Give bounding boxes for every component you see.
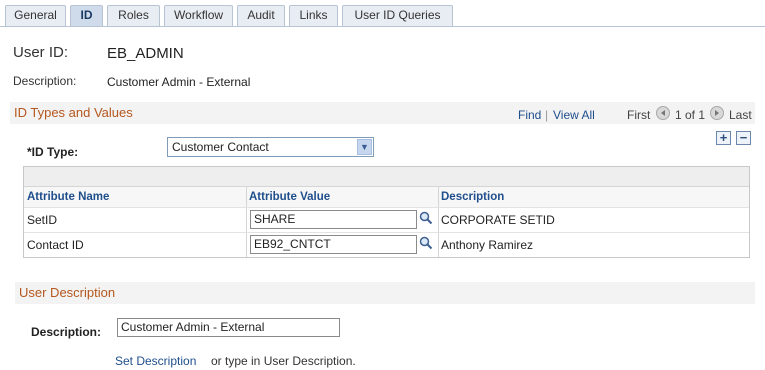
user-id-value: EB_ADMIN <box>107 45 184 62</box>
user-description-input[interactable]: Customer Admin - External <box>117 318 340 337</box>
grid-title-bar <box>24 167 749 187</box>
lookup-icon[interactable] <box>419 236 433 250</box>
pager-count: 1 of 1 <box>675 108 706 122</box>
attribute-value-input[interactable]: EB92_CNTCT <box>250 235 417 254</box>
nav-separator: | <box>545 108 549 122</box>
minus-icon: − <box>739 130 748 145</box>
tab-roles[interactable]: Roles <box>107 5 160 26</box>
lookup-icon[interactable] <box>419 211 433 225</box>
plus-icon: + <box>719 130 728 145</box>
first-label: First <box>627 108 651 122</box>
view-all-link[interactable]: View All <box>553 108 595 122</box>
tab-user-id-queries[interactable]: User ID Queries <box>342 5 453 26</box>
description-cell: CORPORATE SETID <box>441 213 555 227</box>
attribute-value-input[interactable]: SHARE <box>250 210 417 229</box>
user-description-section-title: User Description <box>19 285 116 300</box>
last-label: Last <box>729 108 752 122</box>
arrow-left-icon <box>661 110 665 116</box>
id-types-section-title: ID Types and Values <box>14 105 133 120</box>
tab-audit[interactable]: Audit <box>237 5 285 26</box>
description-cell: Anthony Ramirez <box>441 238 534 252</box>
id-type-select[interactable]: Customer Contact ▼ <box>167 137 374 157</box>
set-description-link[interactable]: Set Description <box>115 354 196 368</box>
attribute-value-text: SHARE <box>254 212 296 226</box>
attribute-value-text: EB92_CNTCT <box>254 237 331 251</box>
attribute-name-cell: Contact ID <box>27 238 84 252</box>
find-link[interactable]: Find <box>518 108 541 122</box>
attributes-grid: Attribute Name Attribute Value Descripti… <box>23 166 750 258</box>
description-label: Description: <box>13 74 77 88</box>
tab-links[interactable]: Links <box>289 5 338 26</box>
previous-row-button[interactable] <box>656 106 670 120</box>
user-description-section-header: User Description <box>15 282 755 304</box>
tab-bar: General ID Roles Workflow Audit Links Us… <box>0 0 765 26</box>
id-type-label: *ID Type: <box>27 145 79 159</box>
user-id-label: User ID: <box>13 44 69 61</box>
tab-general[interactable]: General <box>5 5 66 26</box>
tab-workflow[interactable]: Workflow <box>164 5 233 26</box>
tab-id[interactable]: ID <box>70 5 103 26</box>
attribute-name-cell: SetID <box>27 213 58 227</box>
header-attribute-value: Attribute Value <box>249 191 331 203</box>
header-attribute-name: Attribute Name <box>27 191 110 203</box>
description-value: Customer Admin - External <box>107 75 251 89</box>
id-type-selected-value: Customer Contact <box>172 140 269 154</box>
next-row-button[interactable] <box>710 106 724 120</box>
tab-underline <box>0 26 765 27</box>
user-description-label: Description: <box>31 325 102 339</box>
header-description: Description <box>441 191 505 203</box>
chevron-down-icon: ▼ <box>357 139 372 155</box>
delete-row-button[interactable]: − <box>736 131 751 145</box>
set-description-hint: or type in User Description. <box>211 354 356 368</box>
table-row: SetID SHARE CORPORATE SETID <box>24 208 749 232</box>
grid-header-row: Attribute Name Attribute Value Descripti… <box>24 187 749 207</box>
arrow-right-icon <box>715 110 719 116</box>
add-row-button[interactable]: + <box>716 131 731 145</box>
table-row: Contact ID EB92_CNTCT Anthony Ramirez <box>24 233 749 257</box>
user-description-text: Customer Admin - External <box>121 320 265 334</box>
